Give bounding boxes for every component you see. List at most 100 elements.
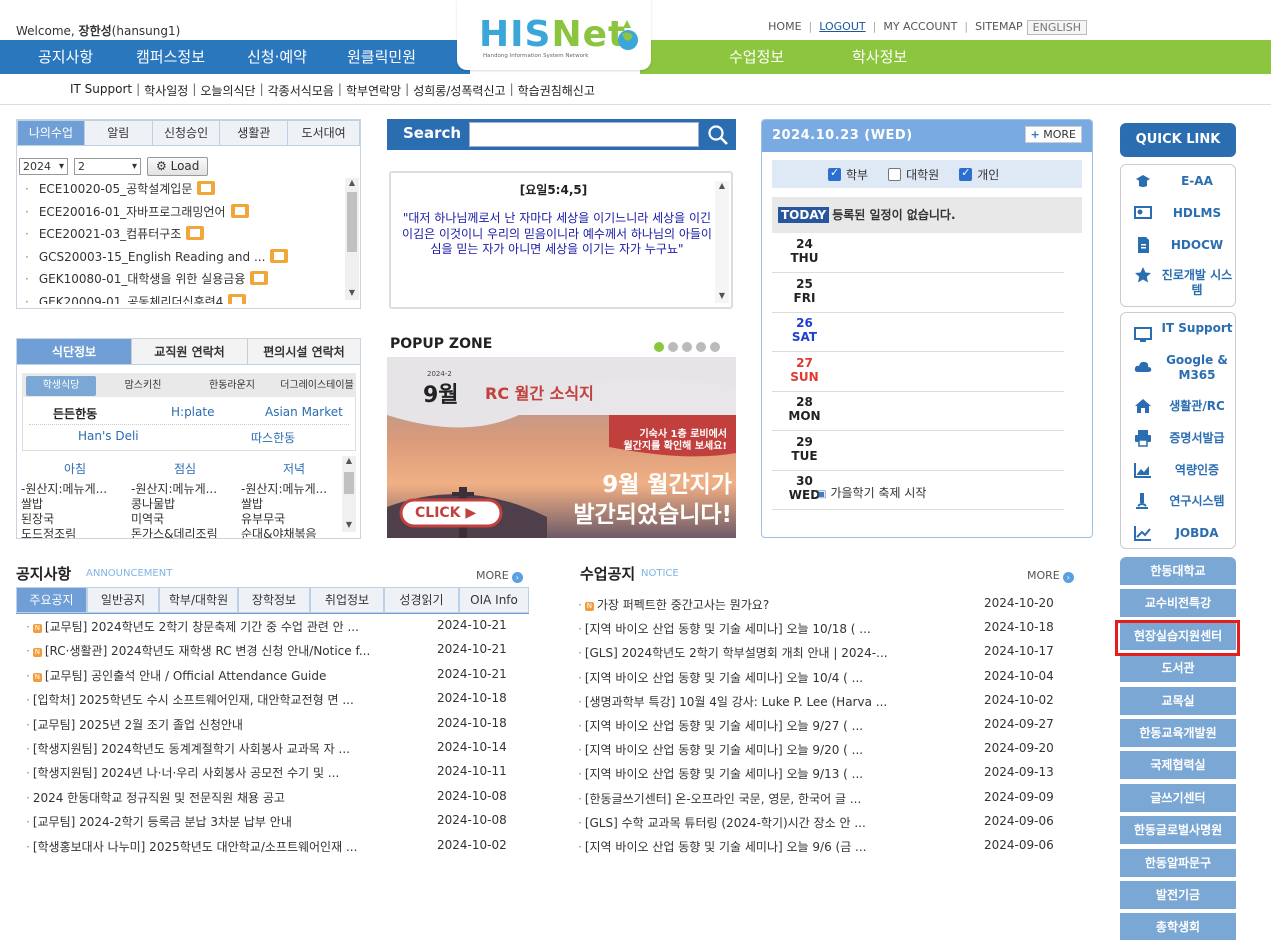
quick-button[interactable]: 도서관 [1120, 654, 1236, 683]
restaurant-hplate[interactable]: H:plate [171, 405, 214, 419]
logout-link[interactable]: LOGOUT [819, 20, 865, 35]
quick-button[interactable]: 한동글로벌사명원 [1120, 816, 1236, 845]
restaurant-asian-market[interactable]: Asian Market [265, 405, 343, 419]
book-icon[interactable] [228, 293, 247, 304]
list-item[interactable]: · GEK20009-01_공동체리더십훈련4 [25, 291, 340, 304]
filter-graduate[interactable]: 대학원 [888, 166, 939, 183]
announcement-tab[interactable]: 취업정보 [310, 587, 384, 613]
class-notices-more-button[interactable]: MORE › [1027, 569, 1074, 583]
notice-row[interactable]: · [지역 바이오 산업 동향 및 기술 세미나] 오늘 9/6 (금 ... [578, 838, 867, 855]
load-button[interactable]: ⚙ Load [147, 157, 209, 176]
notice-row[interactable]: · [입학처] 2025학년도 수시 소프트웨어인재, 대안학교전형 면 ... [26, 691, 354, 708]
announcement-tab[interactable]: 장학정보 [238, 587, 310, 613]
notice-row[interactable]: · [한동글쓰기센터] 온-오프라인 국문, 영문, 한국어 글 ... [578, 790, 861, 807]
checkbox[interactable] [959, 166, 973, 181]
quick-button[interactable]: 교목실 [1120, 686, 1236, 715]
nav-academic-info[interactable]: 학사정보 [852, 46, 907, 67]
hisnet-logo[interactable]: HISNet Handong Information System Networ… [457, 0, 651, 70]
calendar-day[interactable]: 29 TUE [772, 431, 1064, 471]
tab-menu-info[interactable]: 식단정보 [17, 339, 131, 365]
book-icon[interactable] [197, 181, 216, 195]
subnav-dept-contacts[interactable]: 학부연락망 [346, 82, 401, 99]
popup-banner[interactable]: 2024-2 9월 RC 월간 소식지 기숙사 1층 로비에서 월간지를 확인해… [387, 357, 736, 538]
search-icon[interactable] [707, 124, 729, 146]
filter-personal[interactable]: 개인 [959, 166, 999, 183]
tab-handong-lounge[interactable]: 한동라운지 [192, 376, 272, 396]
search-input[interactable] [469, 122, 699, 147]
tab-the-grace-table[interactable]: 더그레이스테이블 [278, 376, 356, 396]
notice-row[interactable]: · [지역 바이오 산업 동향 및 기술 세미나] 오늘 9/20 ( ... [578, 741, 863, 758]
subnav-academic-calendar[interactable]: 학사일정 [144, 82, 188, 99]
book-icon[interactable] [230, 203, 249, 218]
book-icon[interactable] [250, 271, 269, 285]
sitemap-link[interactable]: SITEMAP [975, 20, 1023, 35]
announcements-more-button[interactable]: MORE › [476, 569, 523, 583]
notice-row[interactable]: · N 가장 퍼펙트한 중간고사는 뭔가요? [578, 596, 769, 613]
announcement-tab[interactable]: OIA Info [459, 587, 529, 613]
nav-reservation[interactable]: 신청·예약 [247, 46, 307, 67]
quick-button[interactable]: 한동알파문구 [1120, 848, 1236, 877]
notice-row[interactable]: · N [교무팀] 공인출석 안내 / Official Attendance Gu… [26, 667, 326, 684]
notice-row[interactable]: · [교무팀] 2024-2학기 등록금 분납 3차분 납부 안내 [26, 813, 292, 830]
quick-button[interactable]: 글쓰기센터 [1120, 783, 1236, 812]
notice-row[interactable]: · [GLS] 수학 교과목 튜터링 (2024-학기)시간 장소 안 ... [578, 814, 866, 831]
notice-row[interactable]: · [학생지원팀] 2024년 나·너·우리 사회봉사 공모전 수기 및 ... [26, 764, 339, 781]
nav-one-click[interactable]: 원클릭민원 [347, 46, 416, 67]
list-item[interactable]: · ECE20021-03_컴퓨터구조 [25, 223, 340, 246]
checkbox[interactable] [888, 167, 902, 181]
subnav-learning-rights[interactable]: 학습권침해신고 [518, 82, 595, 99]
calendar-day[interactable]: 25 FRI [772, 273, 1064, 313]
term-select[interactable]: 2 [74, 158, 141, 175]
notice-row[interactable]: · [지역 바이오 산업 동향 및 기술 세미나] 오늘 9/27 ( ... [578, 717, 863, 734]
click-button[interactable]: CLICK ▶ [415, 505, 476, 521]
course-list-scrollbar[interactable]: ▲ ▼ [345, 178, 359, 300]
notice-row[interactable]: · [학생지원팀] 2024학년도 동계계절학기 사회봉사 교과목 자 ... [26, 740, 350, 757]
filter-undergrad[interactable]: 학부 [828, 166, 868, 183]
notice-row[interactable]: · N [교무팀] 2024학년도 2학기 창문축제 기간 중 수업 관련 안 ..… [26, 618, 359, 635]
notice-row[interactable]: · [지역 바이오 산업 동향 및 기술 세미나] 오늘 10/18 ( ... [578, 620, 871, 637]
subnav-it-support[interactable]: IT Support [70, 82, 132, 99]
verse-scrollbar[interactable]: ▲ ▼ [715, 181, 729, 303]
notice-row[interactable]: · [생명과학부 특강] 10월 4일 강사: Luke P. Lee (Harv… [578, 693, 887, 710]
my-account-link[interactable]: MY ACCOUNT [883, 20, 957, 35]
restaurant-dundeun[interactable]: 든든한동 [53, 405, 97, 422]
notice-row[interactable]: · [지역 바이오 산업 동향 및 기술 세미나] 오늘 9/13 ( ... [578, 765, 863, 782]
list-item[interactable]: · ECE20016-01_자바프로그래밍언어 [25, 201, 340, 224]
tab-moms-kitchen[interactable]: 맘스키친 [108, 376, 178, 396]
book-icon[interactable] [186, 226, 205, 240]
calendar-day[interactable]: 28 MON [772, 391, 1064, 431]
menu-scrollbar[interactable]: ▲ ▼ [342, 456, 356, 532]
calendar-day[interactable]: 30 WED ▣ 가을학기 축제 시작 [772, 470, 1064, 510]
announcement-tab[interactable]: 성경읽기 [384, 587, 459, 613]
calendar-event[interactable]: ▣ 가을학기 축제 시작 [817, 484, 926, 501]
list-item[interactable]: · ECE10020-05_공학설계입문 [25, 178, 340, 201]
book-icon[interactable] [270, 248, 289, 263]
announcement-tab[interactable]: 주요공지 [16, 587, 87, 613]
restaurant-hans-deli[interactable]: Han's Deli [78, 429, 139, 443]
notice-row[interactable]: · [학생홍보대사 나누미] 2025학년도 대안학교/소프트웨어인재 ... [26, 838, 357, 855]
list-item[interactable]: · GEK10080-01_대학생을 위한 실용금융 [25, 268, 340, 291]
notice-row[interactable]: · [GLS] 2024학년도 2학기 학부설명회 개최 안내 | 2024-..… [578, 644, 888, 661]
quick-button[interactable]: 국제협력실 [1120, 751, 1236, 780]
tab-staff-contacts[interactable]: 교직원 연락처 [131, 339, 247, 365]
quick-button[interactable]: 한동대학교 [1120, 557, 1236, 585]
home-link[interactable]: HOME [768, 20, 801, 35]
tab-approvals[interactable]: 신청승인 [152, 120, 221, 146]
tab-student-cafeteria[interactable]: 학생식당 [26, 376, 96, 396]
carousel-dots[interactable] [654, 342, 720, 352]
list-item[interactable]: · GCS20003-15_English Reading and ... [25, 246, 340, 269]
subnav-harassment-report[interactable]: 성희롱/성폭력신고 [413, 82, 505, 99]
tab-dormitory[interactable]: 생활관 [220, 120, 289, 146]
subnav-todays-menu[interactable]: 오늘의식단 [200, 82, 255, 99]
calendar-day[interactable]: 24 THU [772, 233, 1064, 273]
quick-button[interactable]: 한동교육개발원 [1120, 719, 1236, 747]
quick-button[interactable]: 총학생회 [1120, 913, 1236, 940]
announcement-tab[interactable]: 학부/대학원 [159, 587, 238, 613]
tab-book-loan[interactable]: 도서대여 [288, 120, 360, 146]
tab-facility-contacts[interactable]: 편의시설 연락처 [247, 339, 360, 365]
calendar-more-button[interactable]: + MORE [1024, 126, 1082, 143]
notice-row[interactable]: · N [RC·생활관] 2024학년도 재학생 RC 변경 신청 안내/Notic… [26, 642, 370, 659]
nav-campus-info[interactable]: 캠퍼스정보 [136, 46, 205, 67]
checkbox[interactable] [828, 166, 841, 181]
notice-row[interactable]: · 2024 한동대학교 정규직원 및 전문직원 채용 공고 [26, 789, 285, 806]
